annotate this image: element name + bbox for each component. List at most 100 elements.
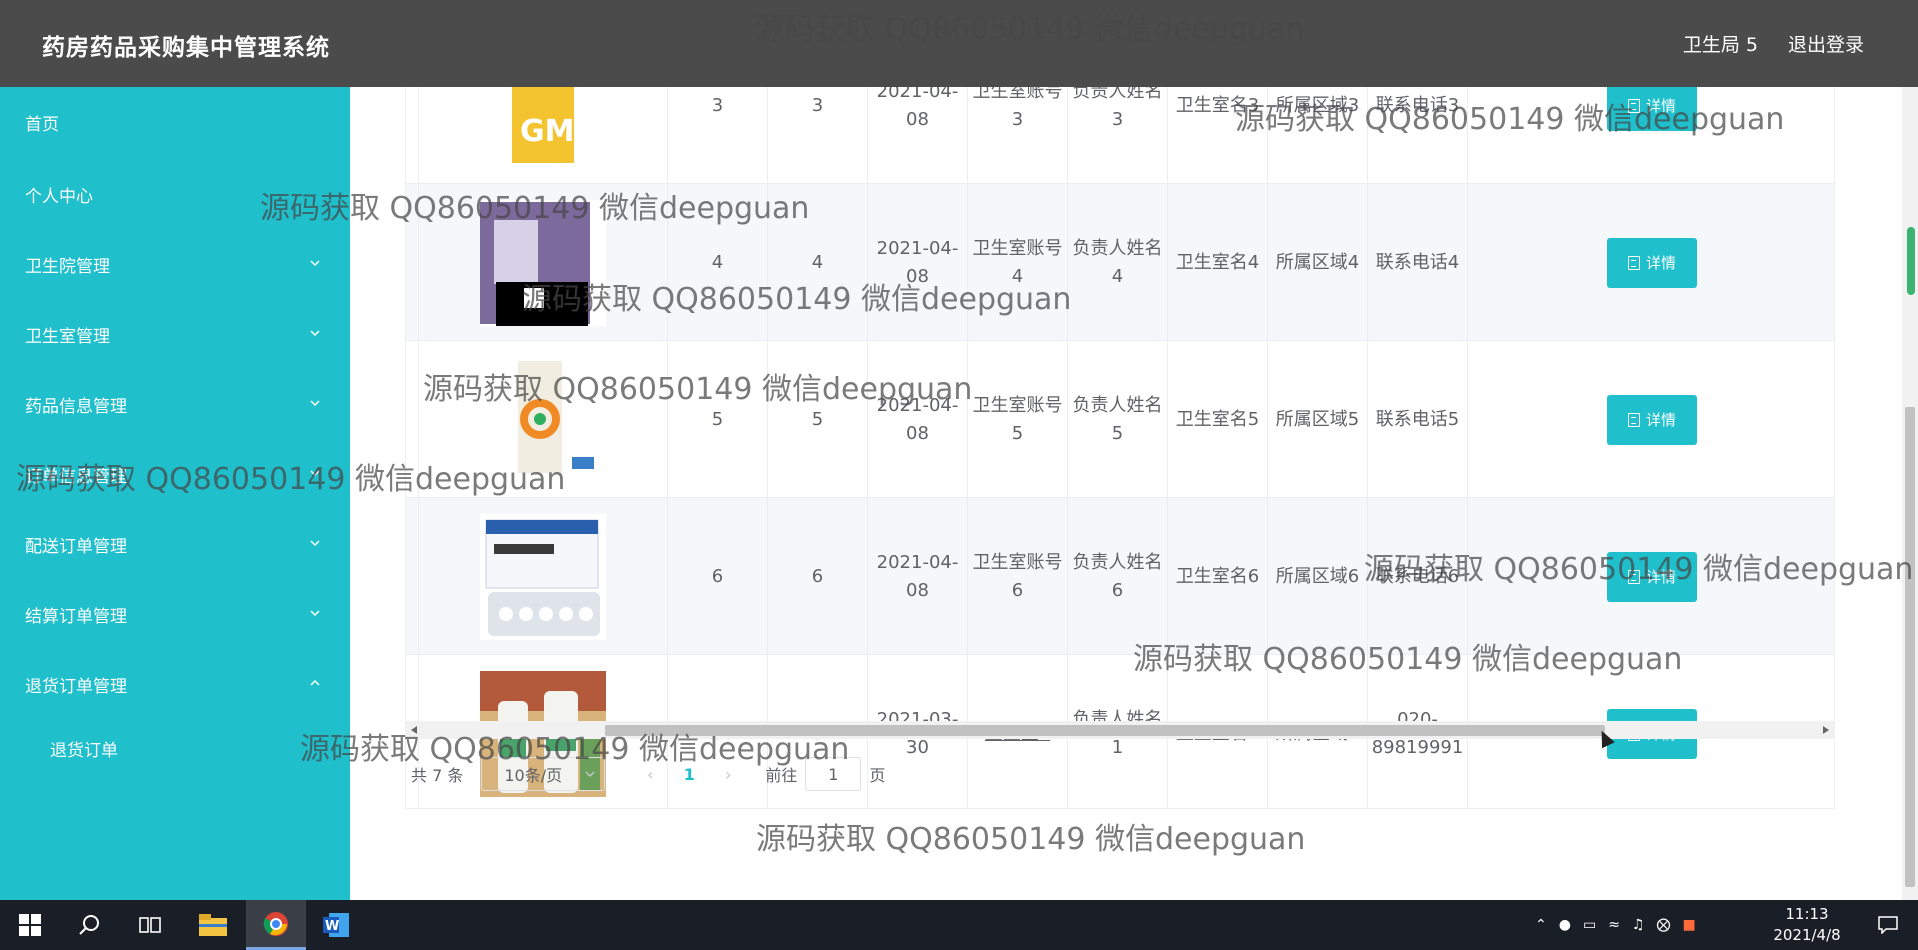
prev-page-button[interactable]: ‹ [635, 765, 665, 784]
detail-button[interactable]: 详情 [1607, 237, 1697, 288]
logout-link[interactable]: 退出登录 [1788, 30, 1864, 57]
detail-button-label: 详情 [1645, 253, 1676, 272]
main-content: GM 3 3 2021-04-08 卫生室账号3 负责人姓名3 卫生室名3 所属… [350, 87, 1918, 900]
sidebar-item-health-center[interactable]: 卫生院管理 [0, 239, 350, 289]
detail-button[interactable]: 详情 [1607, 551, 1697, 602]
table-row: 4 4 2021-04-08 卫生室账号4 负责人姓名4 卫生室名4 所属区域4… [406, 184, 1834, 341]
table-cell-phone: 联系电话6 [1368, 498, 1468, 655]
detail-button-label: 详情 [1645, 567, 1676, 586]
qq-icon[interactable]: ● [1559, 917, 1571, 933]
data-table: GM 3 3 2021-04-08 卫生室账号3 负责人姓名3 卫生室名3 所属… [405, 87, 1835, 809]
app-title: 药房药品采购集中管理系统 [42, 35, 330, 61]
chevron-up-icon[interactable]: ⌃ [1535, 917, 1547, 933]
page-size-select[interactable]: 10条/页 [481, 757, 606, 791]
user-name[interactable]: 卫生局 5 [1683, 30, 1758, 57]
sidebar-item-home[interactable]: 首页 [0, 97, 350, 147]
sidebar-item-order-info[interactable]: 订单信息管理 [0, 449, 350, 499]
product-image-cell: GM [418, 87, 668, 184]
sidebar-item-label: 退货订单管理 [25, 676, 127, 697]
table-cell-account: 卫生室账号6 [968, 498, 1068, 655]
battery-icon[interactable]: ▭ [1583, 917, 1596, 933]
chevron-down-icon [585, 771, 595, 778]
scroll-right-icon[interactable] [1823, 726, 1829, 734]
scroll-indicator [1907, 227, 1915, 295]
product-image-cell [418, 184, 668, 341]
product-image: GM [479, 87, 606, 169]
chevron-up-icon [310, 679, 320, 686]
sidebar-item-label: 药品信息管理 [25, 396, 127, 417]
table-cell-area: 所属区域5 [1268, 341, 1368, 498]
sidebar-item-delivery-orders[interactable]: 配送订单管理 [0, 519, 350, 569]
file-explorer-icon[interactable] [183, 900, 243, 950]
sidebar-item-label: 结算订单管理 [25, 606, 127, 627]
word-icon[interactable]: W [306, 900, 366, 950]
page-number-1[interactable]: 1 [665, 765, 713, 784]
product-image-cell [418, 498, 668, 655]
chrome-icon[interactable] [246, 900, 306, 950]
table-row: 5 5 2021-04-08 卫生室账号5 负责人姓名5 卫生室名5 所属区域5… [406, 341, 1834, 498]
wifi-icon[interactable]: ≈ [1608, 917, 1620, 933]
scroll-left-icon[interactable] [411, 726, 417, 734]
table-cell-date: 2021-04-08 [868, 184, 968, 341]
sidebar-item-clinic[interactable]: 卫生室管理 [0, 309, 350, 359]
chevron-down-icon [310, 610, 320, 617]
sidebar-item-label: 个人中心 [25, 186, 93, 207]
taskbar-clock[interactable]: 11:13 2021/4/8 [1762, 904, 1852, 946]
svg-text:W: W [325, 919, 339, 934]
table-cell-area: 所属区域4 [1268, 184, 1368, 341]
app-tray-icon[interactable]: ■ [1682, 917, 1695, 933]
horizontal-scroll-thumb[interactable] [605, 725, 1605, 736]
table-cell-name: 卫生室名5 [1168, 341, 1268, 498]
vertical-scroll-thumb[interactable] [1905, 407, 1915, 887]
detail-button[interactable]: 详情 [1607, 87, 1697, 131]
detail-button[interactable]: 详情 [1607, 394, 1697, 445]
document-icon [1627, 569, 1640, 584]
close-circle-icon[interactable]: ⨂ [1656, 917, 1670, 933]
next-page-button[interactable]: › [713, 765, 743, 784]
sidebar-item-label: 订单信息管理 [25, 466, 127, 487]
chevron-down-icon [310, 330, 320, 337]
sidebar-item-settlement-orders[interactable]: 结算订单管理 [0, 589, 350, 639]
table-cell-phone: 联系电话4 [1368, 184, 1468, 341]
page-size-value: 10条/页 [504, 766, 563, 785]
goto-page-input[interactable] [805, 757, 862, 791]
goto-prefix: 前往 [765, 766, 798, 785]
table-row: GM 3 3 2021-04-08 卫生室账号3 负责人姓名3 卫生室名3 所属… [406, 87, 1834, 184]
notification-icon[interactable] [1858, 900, 1918, 950]
task-view-icon[interactable] [120, 900, 180, 950]
goto-suffix: 页 [869, 766, 886, 785]
svg-text:GM: GM [520, 114, 574, 149]
top-bar: 药房药品采购集中管理系统 卫生局 5 退出登录 [0, 0, 1918, 87]
table-cell-name: 卫生室名6 [1168, 498, 1268, 655]
goto-page: 前往 页 [765, 757, 885, 791]
system-tray: ⌃ ● ▭ ≈ ♫ ⨂ ■ [1535, 900, 1696, 950]
sidebar-item-label: 卫生室管理 [25, 326, 110, 347]
sidebar-item-profile[interactable]: 个人中心 [0, 169, 350, 219]
chevron-down-icon [310, 540, 320, 547]
document-icon [1627, 255, 1640, 270]
table-cell-owner: 负责人姓名3 [1068, 87, 1168, 184]
windows-start-icon[interactable] [0, 900, 60, 950]
table-cell-owner: 负责人姓名4 [1068, 184, 1168, 341]
sidebar-item-label: 卫生院管理 [25, 256, 110, 277]
table-cell: 5 [668, 341, 768, 498]
sidebar-item-return-orders[interactable]: 退货订单管理 [0, 659, 350, 709]
sidebar-item-label: 退货订单 [50, 740, 118, 761]
horizontal-scrollbar[interactable] [405, 721, 1835, 739]
table-cell: 4 [768, 184, 868, 341]
table-cell: 3 [768, 87, 868, 184]
detail-button-label: 详情 [1645, 96, 1676, 115]
vertical-scrollbar[interactable] [1902, 87, 1918, 900]
table-cell-date: 2021-04-08 [868, 341, 968, 498]
product-image [479, 356, 606, 483]
table-cell-owner: 负责人姓名6 [1068, 498, 1168, 655]
pagination-total: 共 7 条 [411, 766, 464, 785]
sidebar-item-drug-info[interactable]: 药品信息管理 [0, 379, 350, 429]
sidebar-subitem-return-order[interactable]: 退货订单 [0, 723, 350, 773]
search-icon[interactable] [60, 900, 120, 950]
table-cell-account: 卫生室账号5 [968, 341, 1068, 498]
volume-icon[interactable]: ♫ [1632, 917, 1645, 933]
clock-time: 11:13 [1785, 905, 1829, 923]
sidebar: 首页 个人中心 卫生院管理 卫生室管理 药品信息管理 订单信息管理 配送订单管理… [0, 87, 350, 900]
table-cell-phone: 联系电话5 [1368, 341, 1468, 498]
